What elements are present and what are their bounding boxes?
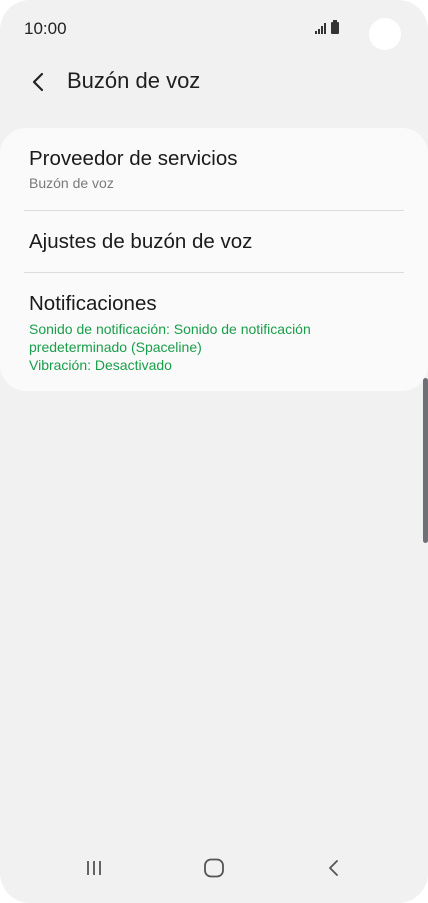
home-icon: [204, 858, 224, 878]
app-header: Buzón de voz: [0, 58, 428, 104]
page-title: Buzón de voz: [67, 68, 201, 93]
recent-apps-button[interactable]: [74, 853, 114, 883]
status-bar: 10:00: [0, 0, 428, 56]
service-provider-subtitle: Buzón de voz: [29, 175, 114, 191]
back-nav-button[interactable]: [314, 853, 354, 883]
notifications-item[interactable]: Notificaciones Sonido de notificación: S…: [29, 291, 404, 374]
divider: [24, 210, 404, 211]
notifications-title: Notificaciones: [29, 292, 157, 315]
back-button[interactable]: [22, 65, 56, 99]
status-icons: [315, 20, 339, 34]
back-icon: [329, 860, 338, 876]
vibration-status: Vibración: Desactivado: [29, 357, 172, 373]
service-provider-item[interactable]: Proveedor de servicios Buzón de voz: [29, 146, 404, 192]
voicemail-settings-item[interactable]: Ajustes de buzón de voz: [29, 229, 404, 255]
scrollbar[interactable]: [423, 378, 428, 543]
service-provider-title: Proveedor de servicios: [29, 147, 238, 170]
settings-card: Proveedor de servicios Buzón de voz Ajus…: [0, 128, 428, 391]
status-time: 10:00: [24, 19, 67, 38]
battery-icon: [331, 20, 339, 34]
home-button[interactable]: [194, 853, 234, 883]
signal-bars-icon: [315, 22, 326, 34]
divider: [24, 272, 404, 273]
recent-apps-icon: [87, 861, 101, 875]
notification-sound-line1: Sonido de notificación: Sonido de notifi…: [29, 321, 311, 337]
notification-sound-line2: predeterminado (Spaceline): [29, 339, 202, 355]
camera-cutout: [369, 18, 401, 50]
chevron-left-icon: [32, 72, 44, 92]
voicemail-settings-title: Ajustes de buzón de voz: [29, 230, 253, 253]
phone-screen: 10:00 Buzón de voz Proveedor de servicio…: [0, 0, 428, 903]
navigation-bar: [0, 843, 428, 903]
